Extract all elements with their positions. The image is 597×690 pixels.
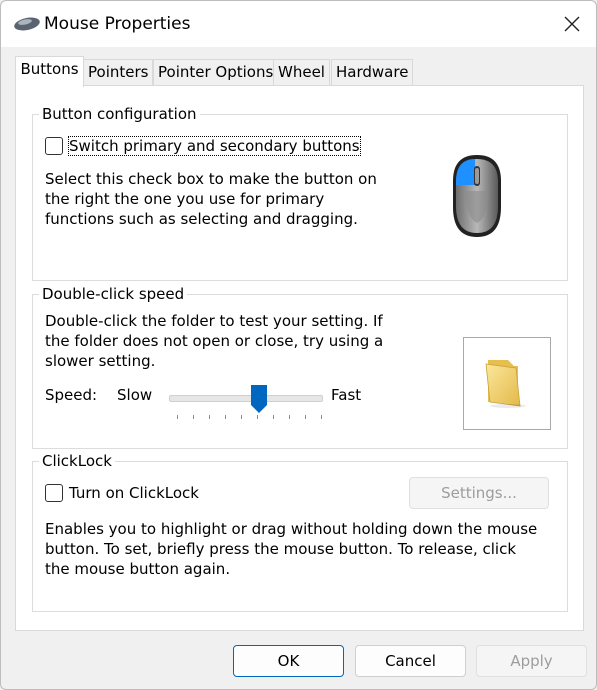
slow-label: Slow [117,386,153,404]
close-button[interactable] [548,1,596,47]
close-icon [564,16,580,32]
tab-hardware[interactable]: Hardware [331,59,414,85]
button-configuration-group: Button configuration Switch primary and … [32,105,568,281]
apply-button[interactable]: Apply [476,645,587,677]
slider-tick [177,415,178,419]
buttons-tab-panel: Button configuration Switch primary and … [15,85,584,631]
button-configuration-legend: Button configuration [39,105,200,123]
fast-label: Fast [331,386,362,404]
tab-wheel[interactable]: Wheel [273,59,330,85]
slider-tick [305,415,306,419]
clicklock-label[interactable]: Turn on ClickLock [69,484,199,502]
clicklock-legend: ClickLock [39,452,115,470]
title-bar[interactable]: Mouse Properties [1,1,596,47]
speed-slider-track[interactable] [169,395,323,402]
switch-buttons-checkbox[interactable] [45,137,63,155]
tab-pointer-options[interactable]: Pointer Options [153,59,279,85]
clicklock-description: Enables you to highlight or drag without… [45,520,538,578]
double-click-speed-group: Double-click speed Double-click the fold… [32,285,568,449]
slider-tick [321,415,322,419]
double-click-speed-legend: Double-click speed [39,285,188,303]
slider-tick [273,415,274,419]
mouse-illustration [405,119,551,274]
button-configuration-description: Select this check box to make the button… [45,170,377,228]
slider-tick [225,415,226,419]
speed-label: Speed: [45,386,98,404]
speed-slider-thumb[interactable] [251,385,267,413]
clicklock-checkbox[interactable] [45,484,63,502]
slider-tick [193,415,194,419]
cancel-button[interactable]: Cancel [355,645,466,677]
clicklock-settings-button[interactable]: Settings... [409,477,549,509]
slider-tick [209,415,210,419]
mouse-properties-window: Mouse Properties Buttons Pointers Pointe… [0,0,597,690]
slider-tick [289,415,290,419]
mouse-icon [453,155,501,237]
double-click-description: Double-click the folder to test your set… [45,312,384,370]
mouse-app-icon [14,17,40,31]
folder-icon [485,360,526,408]
window-title: Mouse Properties [44,14,191,34]
test-folder-box[interactable] [463,337,551,430]
tab-buttons[interactable]: Buttons [15,56,84,87]
switch-buttons-label[interactable]: Switch primary and secondary buttons [68,136,361,156]
slider-tick [241,415,242,419]
tab-pointers[interactable]: Pointers [83,59,154,85]
ok-button[interactable]: OK [233,645,344,677]
clicklock-group: ClickLock Turn on ClickLock Settings... … [32,452,568,612]
slider-tick [257,415,258,419]
